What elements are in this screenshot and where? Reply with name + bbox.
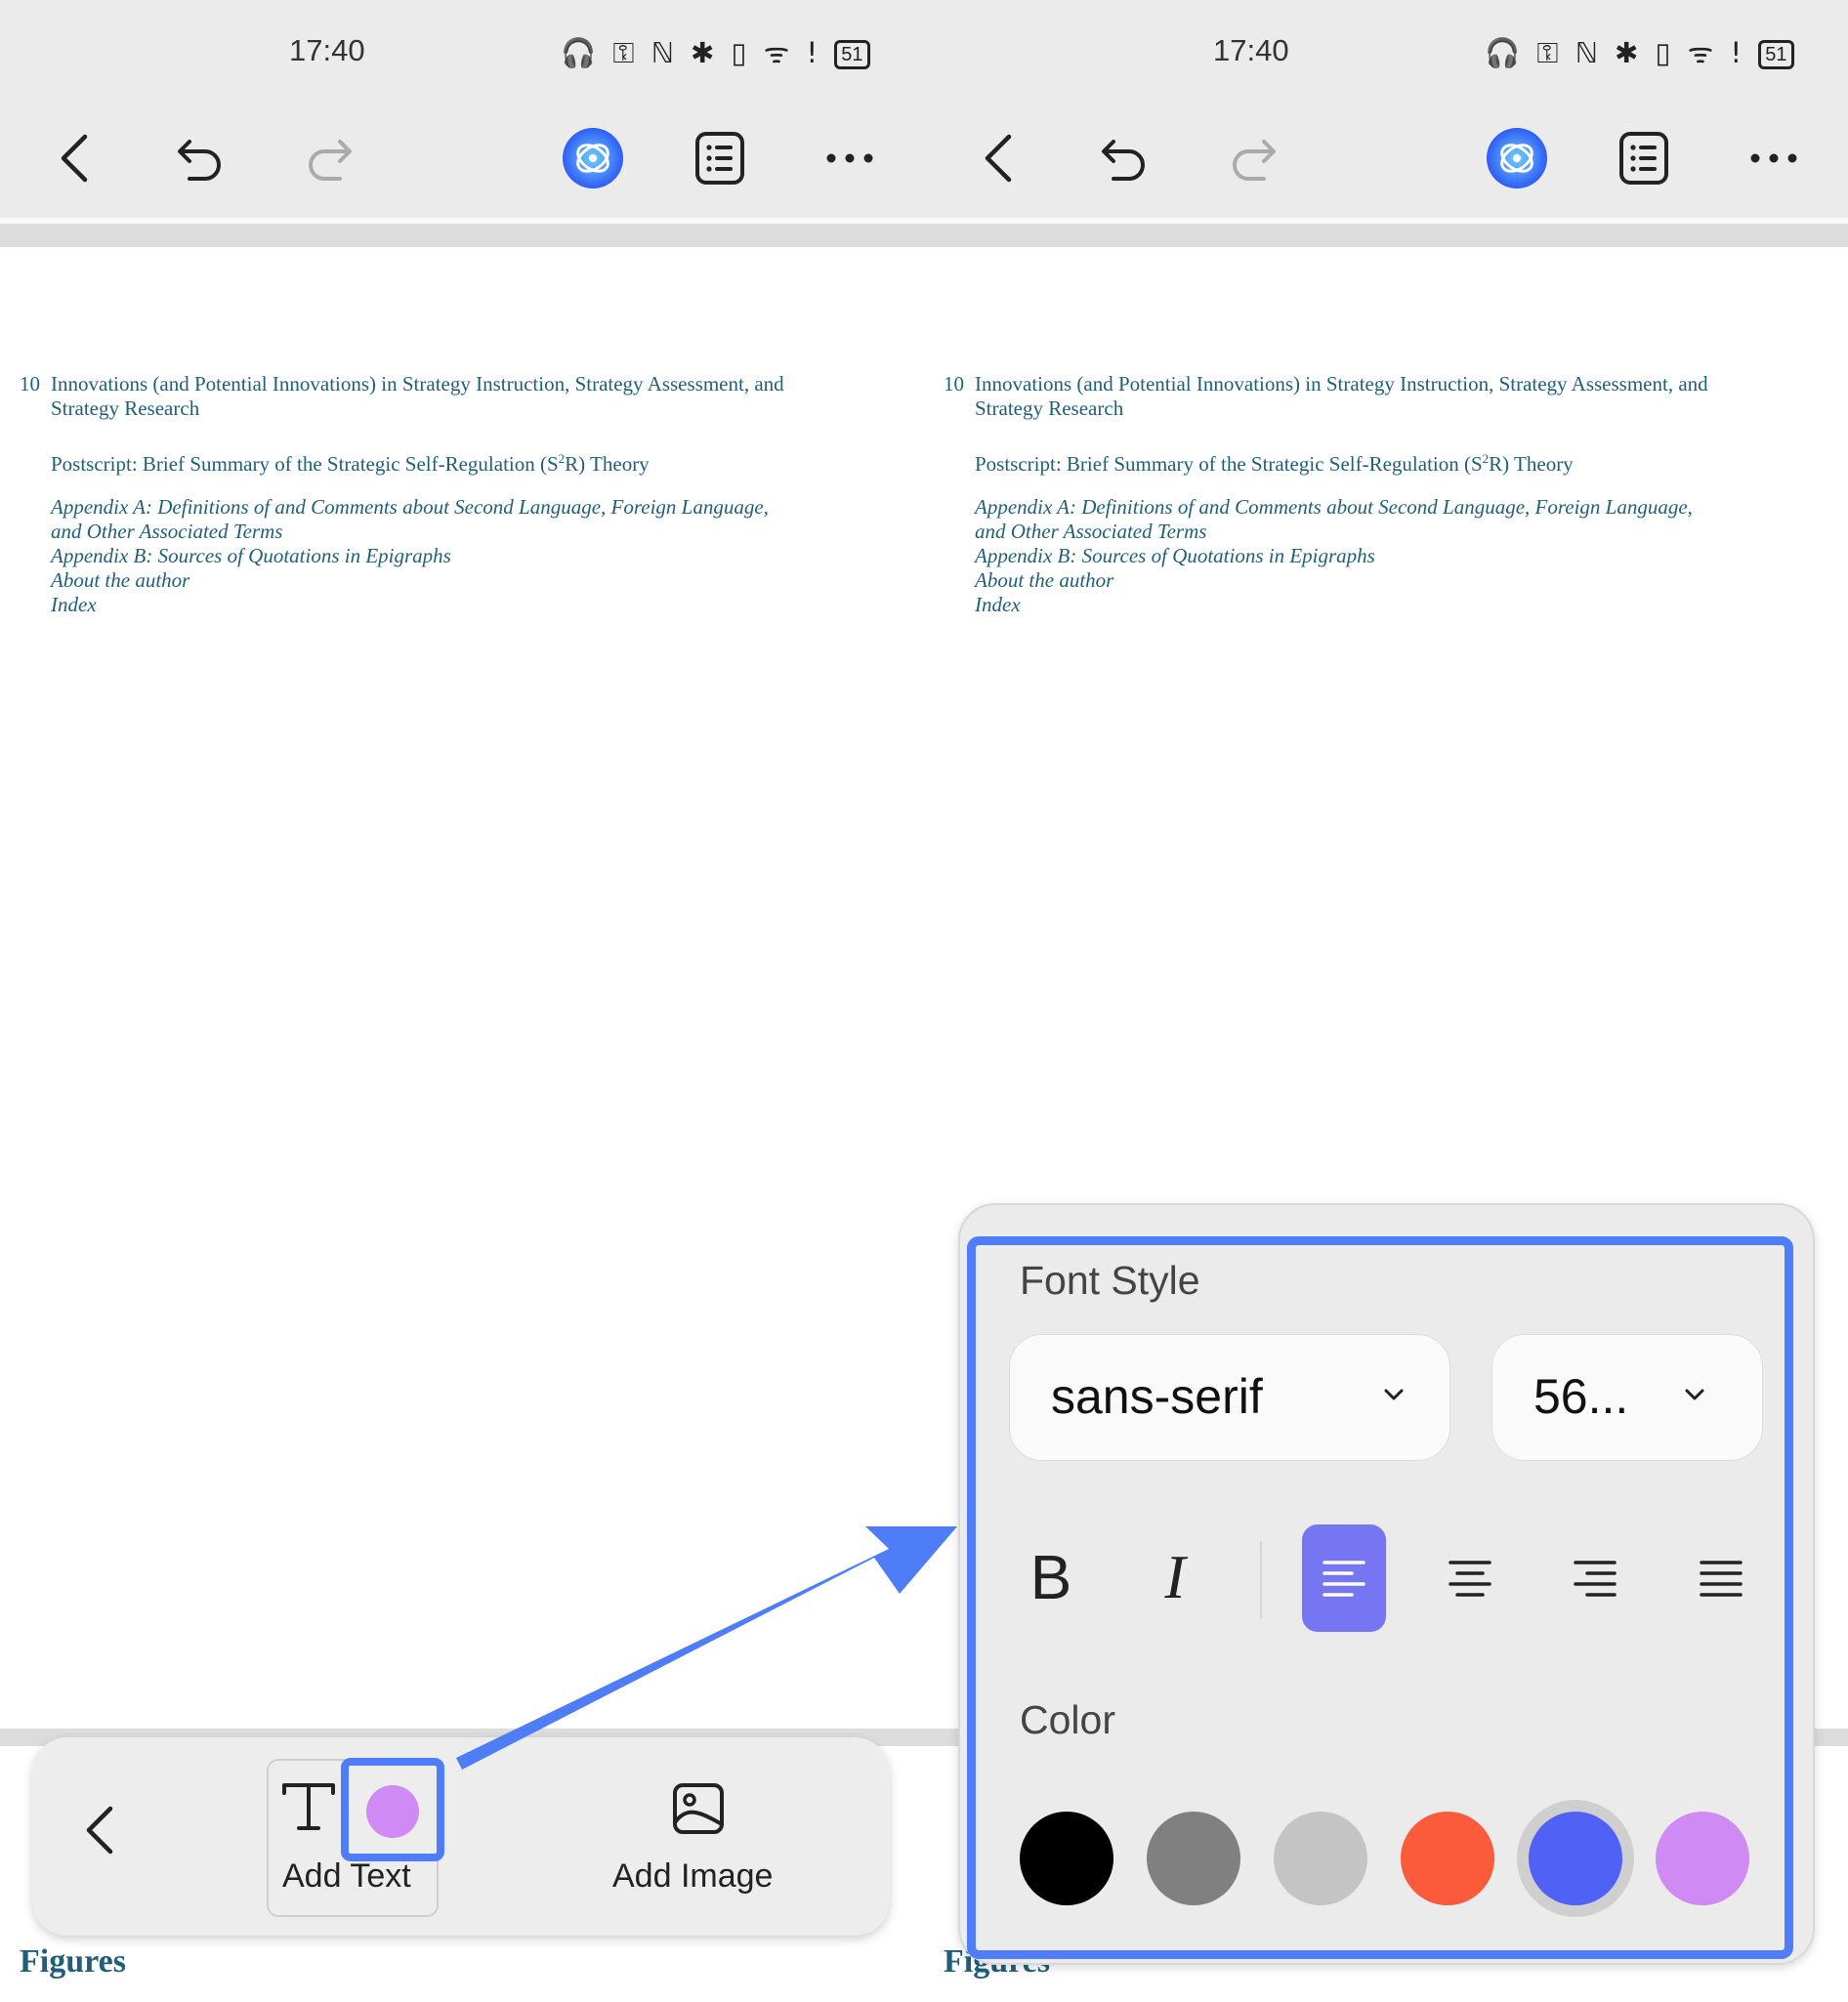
status-icons-glyphs: 🎧 ⚿ ℕ ✱ ▯ ᯤ ! <box>561 36 822 69</box>
toc-entry-10-cont[interactable]: Strategy Research <box>51 396 199 421</box>
back-arrow-icon[interactable] <box>965 124 1033 192</box>
toc-number: 10 <box>20 372 40 396</box>
toc-appendix-b[interactable]: Appendix B: Sources of Quotations in Epi… <box>51 544 451 568</box>
battery-icon: 51 <box>834 40 870 69</box>
image-icon <box>671 1781 726 1840</box>
ai-assistant-icon[interactable] <box>559 124 627 192</box>
tool-panel-back-icon[interactable] <box>81 1801 140 1869</box>
top-toolbar-right <box>924 103 1848 218</box>
toc-about[interactable]: About the author <box>51 568 189 593</box>
redo-icon[interactable] <box>1219 124 1287 192</box>
top-toolbar <box>0 103 924 218</box>
toc-appendix-a[interactable]: Appendix A: Definitions of and Comments … <box>51 495 769 520</box>
back-arrow-icon[interactable] <box>41 124 109 192</box>
undo-icon[interactable] <box>1090 124 1158 192</box>
status-bar: 17:40 🎧 ⚿ ℕ ✱ ▯ ᯤ ! 51 <box>0 0 924 103</box>
status-icons-glyphs-right: 🎧 ⚿ ℕ ✱ ▯ ᯤ ! <box>1485 36 1746 69</box>
font-panel-highlight-box <box>967 1236 1793 1959</box>
status-icons-right: 🎧 ⚿ ℕ ✱ ▯ ᯤ ! 51 <box>1485 33 1794 71</box>
ai-assistant-icon[interactable] <box>1483 124 1551 192</box>
toc-postscript[interactable]: Postscript: Brief Summary of the Strateg… <box>975 446 1574 477</box>
toc-entry-10[interactable]: Innovations (and Potential Innovations) … <box>975 372 1708 396</box>
more-icon[interactable] <box>1740 124 1808 192</box>
more-icon[interactable] <box>816 124 884 192</box>
text-t-icon <box>280 1779 337 1838</box>
figures-heading: Figures <box>20 1943 126 1980</box>
toc-appendix-a-cont[interactable]: and Other Associated Terms <box>51 520 282 544</box>
current-color-swatch[interactable] <box>366 1785 419 1838</box>
text-tool-panel: Add Text Add Image <box>32 1737 890 1936</box>
toc-entry-10-cont[interactable]: Strategy Research <box>975 396 1123 421</box>
status-icons: 🎧 ⚿ ℕ ✱ ▯ ᯤ ! 51 <box>561 33 870 71</box>
toc-entry-10[interactable]: Innovations (and Potential Innovations) … <box>51 372 784 396</box>
status-time: 17:40 <box>289 33 365 67</box>
add-image-label[interactable]: Add Image <box>612 1857 773 1896</box>
page-gap-right <box>924 224 1848 247</box>
battery-icon-right: 51 <box>1758 40 1794 69</box>
postscript-text-a: Postscript: Brief Summary of the Strateg… <box>51 452 559 476</box>
outline-list-icon[interactable] <box>686 124 754 192</box>
toc-index[interactable]: Index <box>51 593 97 617</box>
outline-list-icon[interactable] <box>1610 124 1678 192</box>
postscript-text-b: R) Theory <box>1489 452 1574 476</box>
document-page: 10 Innovations (and Potential Innovation… <box>0 247 924 1731</box>
postscript-text-a: Postscript: Brief Summary of the Strateg… <box>975 452 1483 476</box>
toc-postscript[interactable]: Postscript: Brief Summary of the Strateg… <box>51 446 650 477</box>
toc-about[interactable]: About the author <box>975 568 1113 593</box>
toc-appendix-a[interactable]: Appendix A: Definitions of and Comments … <box>975 495 1693 520</box>
page-gap <box>0 224 924 247</box>
status-bar-right: 17:40 🎧 ⚿ ℕ ✱ ▯ ᯤ ! 51 <box>924 0 1848 103</box>
add-text-label: Add Text <box>282 1857 411 1895</box>
toc-index[interactable]: Index <box>975 593 1021 617</box>
postscript-text-b: R) Theory <box>565 452 650 476</box>
toc-appendix-b[interactable]: Appendix B: Sources of Quotations in Epi… <box>975 544 1375 568</box>
undo-icon[interactable] <box>166 124 234 192</box>
left-screen: 17:40 🎧 ⚿ ℕ ✱ ▯ ᯤ ! 51 10 Innovations (a… <box>0 0 924 2002</box>
toc-appendix-a-cont[interactable]: and Other Associated Terms <box>975 520 1206 544</box>
toc-number: 10 <box>944 372 964 396</box>
status-time-right: 17:40 <box>1213 33 1289 67</box>
redo-icon[interactable] <box>295 124 363 192</box>
